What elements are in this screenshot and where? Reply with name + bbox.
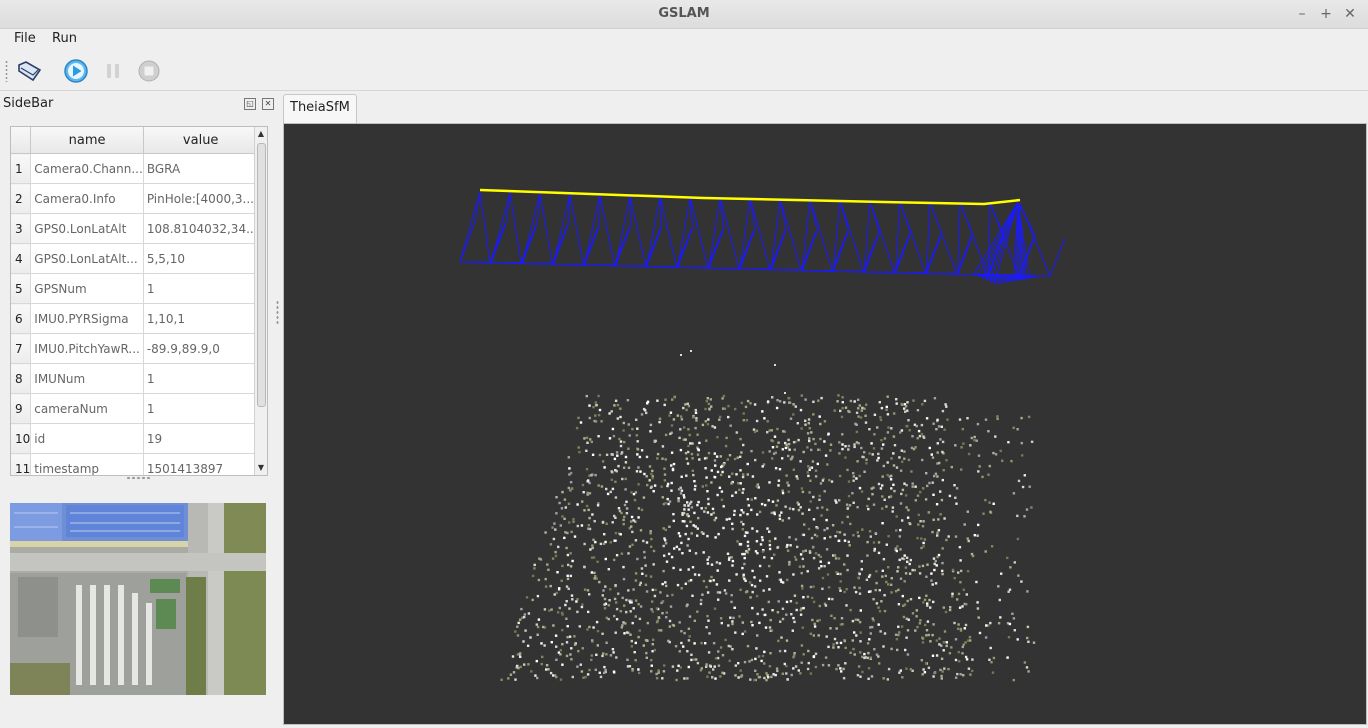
camera-frustums bbox=[459, 191, 1066, 285]
row-number[interactable]: 5 bbox=[11, 273, 32, 304]
close-dock-icon[interactable]: ✕ bbox=[262, 98, 274, 110]
menu-file[interactable]: File bbox=[14, 31, 36, 46]
camera-trajectory bbox=[479, 188, 1021, 206]
table-row[interactable]: 4 GPS0.LonLatAlt... 5,5,10 bbox=[11, 243, 259, 274]
cell-value[interactable]: 5,5,10 bbox=[143, 243, 259, 274]
table-row[interactable]: 7 IMU0.PitchYawR... -89.9,89.9,0 bbox=[11, 333, 259, 364]
cell-value[interactable]: 1,10,1 bbox=[143, 303, 259, 334]
table-row[interactable]: 11 timestamp 1501413897 bbox=[11, 453, 259, 475]
cell-name[interactable]: Camera0.Chann... bbox=[30, 153, 144, 184]
table-row[interactable]: 5 GPSNum 1 bbox=[11, 273, 259, 304]
column-header-value[interactable]: value bbox=[143, 127, 259, 154]
cell-name[interactable]: cameraNum bbox=[30, 393, 144, 424]
window-title: GSLAM bbox=[658, 6, 710, 21]
cell-value[interactable]: BGRA bbox=[143, 153, 259, 184]
cell-name[interactable]: GPSNum bbox=[30, 273, 144, 304]
row-number[interactable]: 6 bbox=[11, 303, 32, 334]
window-titlebar: GSLAM – + ✕ bbox=[0, 0, 1368, 29]
scroll-up-icon[interactable]: ▲ bbox=[256, 129, 266, 139]
table-row[interactable]: 9 cameraNum 1 bbox=[11, 393, 259, 424]
sidebar-title: SideBar bbox=[3, 96, 54, 111]
table-row[interactable]: 1 Camera0.Chann... BGRA bbox=[11, 153, 259, 184]
point-cloud bbox=[500, 350, 1036, 682]
point-cloud-canvas[interactable] bbox=[284, 124, 1366, 724]
cell-value[interactable]: 1501413897 bbox=[143, 453, 259, 475]
folder-open-icon[interactable] bbox=[16, 58, 42, 84]
row-number[interactable]: 10 bbox=[11, 423, 32, 454]
sidebar: SideBar ◱ ✕ name value 1 Camera0.Chann...… bbox=[0, 92, 280, 726]
cell-name[interactable]: IMUNum bbox=[30, 363, 144, 394]
cell-value[interactable]: -89.9,89.9,0 bbox=[143, 333, 259, 364]
menu-run[interactable]: Run bbox=[52, 31, 77, 46]
cell-value[interactable]: 1 bbox=[143, 363, 259, 394]
tab-bar: TheiaSfM bbox=[283, 92, 1368, 123]
cell-name[interactable]: GPS0.LonLatAlt... bbox=[30, 243, 144, 274]
cell-name[interactable]: id bbox=[30, 423, 144, 454]
cell-name[interactable]: IMU0.PYRSigma bbox=[30, 303, 144, 334]
column-header-name[interactable]: name bbox=[30, 127, 144, 154]
toolbar bbox=[0, 52, 1368, 91]
table-row[interactable]: 8 IMUNum 1 bbox=[11, 363, 259, 394]
cell-value[interactable]: 1 bbox=[143, 393, 259, 424]
row-number[interactable]: 4 bbox=[11, 243, 32, 274]
row-number[interactable]: 9 bbox=[11, 393, 32, 424]
play-icon[interactable] bbox=[63, 58, 89, 84]
stop-icon[interactable] bbox=[136, 58, 162, 84]
scroll-down-icon[interactable]: ▼ bbox=[256, 463, 266, 473]
minimize-icon[interactable]: – bbox=[1292, 4, 1312, 24]
table-row[interactable]: 6 IMU0.PYRSigma 1,10,1 bbox=[11, 303, 259, 334]
row-number[interactable]: 8 bbox=[11, 363, 32, 394]
row-number[interactable]: 2 bbox=[11, 183, 32, 214]
3d-viewport[interactable] bbox=[283, 123, 1367, 725]
tab-theiasfm[interactable]: TheiaSfM bbox=[283, 94, 357, 123]
row-number[interactable]: 1 bbox=[11, 153, 32, 184]
properties-table[interactable]: name value 1 Camera0.Chann... BGRA 2 Camera0… bbox=[10, 126, 268, 476]
float-dock-icon[interactable]: ◱ bbox=[244, 98, 256, 110]
toolbar-grip[interactable] bbox=[5, 60, 8, 82]
table-row[interactable]: 10 id 19 bbox=[11, 423, 259, 454]
cell-value[interactable]: 108.8104032,34... bbox=[143, 213, 259, 244]
cell-value[interactable]: 1 bbox=[143, 273, 259, 304]
menu-bar: File Run bbox=[0, 29, 1368, 51]
cell-value[interactable]: 19 bbox=[143, 423, 259, 454]
cell-name[interactable]: Camera0.Info bbox=[30, 183, 144, 214]
camera-image bbox=[10, 503, 266, 695]
cell-name[interactable]: IMU0.PitchYawR... bbox=[30, 333, 144, 364]
table-scrollbar[interactable]: ▲ ▼ bbox=[254, 127, 267, 475]
corner-header[interactable] bbox=[11, 127, 32, 154]
close-icon[interactable]: ✕ bbox=[1340, 4, 1360, 24]
table-row[interactable]: 2 Camera0.Info PinHole:[4000,3... bbox=[11, 183, 259, 214]
row-number[interactable]: 7 bbox=[11, 333, 32, 364]
row-number[interactable]: 3 bbox=[11, 213, 32, 244]
row-number[interactable]: 11 bbox=[11, 453, 32, 475]
dock-resize-handle[interactable] bbox=[276, 300, 279, 326]
cell-name[interactable]: GPS0.LonLatAlt bbox=[30, 213, 144, 244]
pause-icon[interactable] bbox=[100, 58, 126, 84]
cell-value[interactable]: PinHole:[4000,3... bbox=[143, 183, 259, 214]
table-row[interactable]: 3 GPS0.LonLatAlt 108.8104032,34... bbox=[11, 213, 259, 244]
maximize-icon[interactable]: + bbox=[1316, 4, 1336, 24]
cell-name[interactable]: timestamp bbox=[30, 453, 144, 475]
scroll-thumb[interactable] bbox=[257, 143, 266, 407]
splitter-handle[interactable] bbox=[126, 476, 152, 480]
